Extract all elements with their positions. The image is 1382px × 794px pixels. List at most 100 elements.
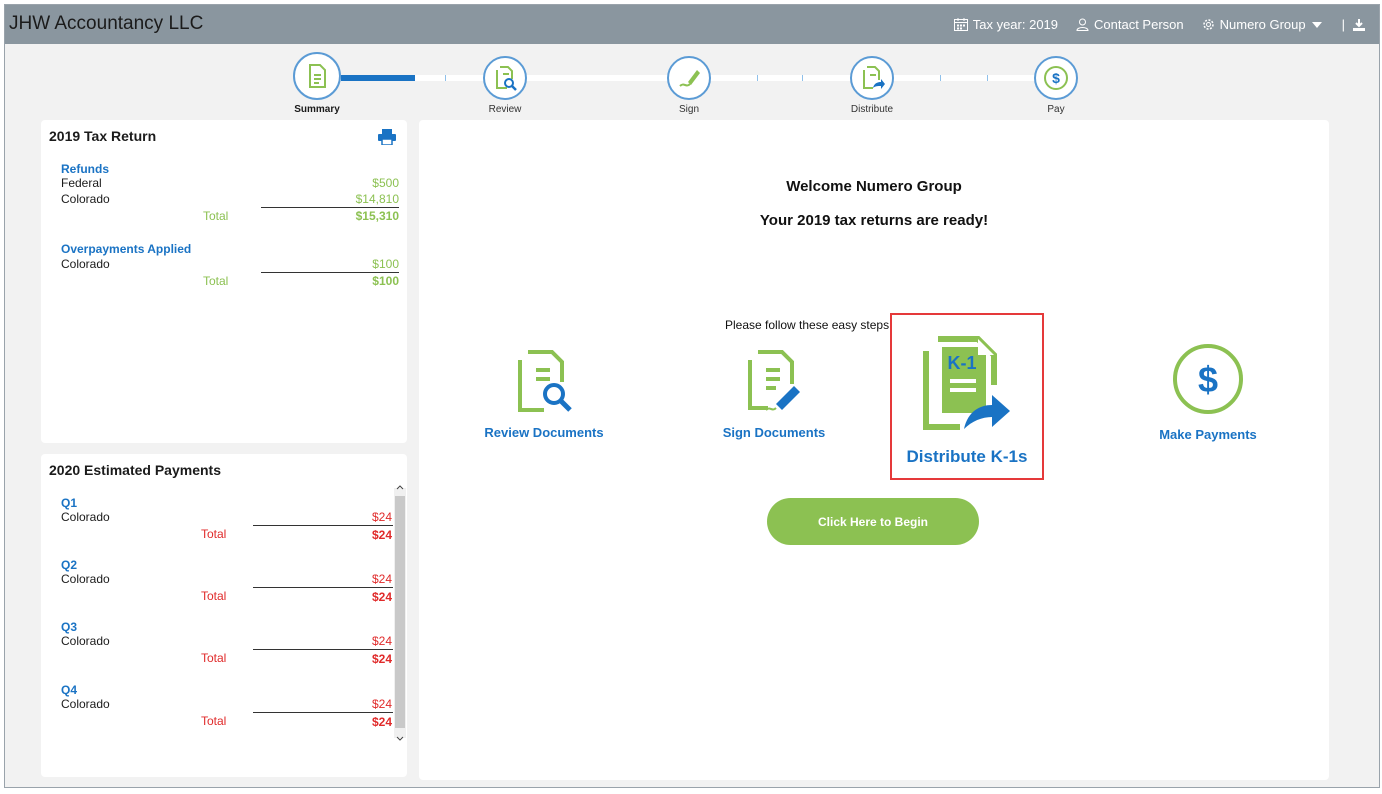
tax-year-selector[interactable]: Tax year: 2019 — [953, 17, 1058, 32]
quarter-total-label: Total — [201, 527, 227, 541]
sign-documents-label: Sign Documents — [722, 425, 826, 440]
distribute-k1-icon: K-1 — [923, 336, 1010, 430]
refund-label: Federal — [61, 176, 102, 190]
distribute-k1-action[interactable]: K-1 Distribute K-1s — [890, 313, 1044, 480]
instructions-text: Please follow these easy steps s — [725, 318, 899, 332]
overpayments-heading: Overpayments Applied — [61, 242, 192, 256]
step-distribute-label: Distribute — [850, 104, 894, 115]
welcome-heading: Welcome Numero Group — [786, 178, 962, 195]
svg-text:$: $ — [1052, 70, 1060, 86]
overpayment-label: Colorado — [61, 257, 110, 271]
contact-label: Contact Person — [1094, 17, 1184, 32]
sign-documents-action[interactable]: Sign Documents — [709, 348, 839, 440]
stepper-tick — [445, 75, 446, 81]
summary-doc-icon — [309, 64, 326, 88]
refunds-heading: Refunds — [61, 162, 109, 176]
scroll-down-icon[interactable] — [396, 736, 404, 742]
download-icon[interactable] — [1353, 18, 1365, 31]
stepper-tick — [757, 75, 758, 81]
chevron-down-icon — [1311, 21, 1322, 28]
review-documents-action[interactable]: Review Documents — [479, 348, 609, 440]
quarter-total: $24 — [371, 715, 392, 729]
top-header: JHW Accountancy LLC Tax year: 2019 Conta… — [5, 5, 1379, 44]
quarter-total-label: Total — [201, 714, 227, 728]
org-label: Numero Group — [1219, 17, 1306, 32]
gear-icon — [1202, 19, 1214, 30]
total-rule — [253, 587, 393, 588]
header-actions: Tax year: 2019 Contact Person Numero Gro… — [936, 17, 1365, 32]
review-doc-icon — [496, 66, 517, 91]
contact-person-link[interactable]: Contact Person — [1076, 17, 1184, 32]
tax-return-card: 2019 Tax Return Refunds Federal $500 Col… — [41, 120, 407, 443]
total-rule — [253, 525, 393, 526]
quarter-total-label: Total — [201, 651, 227, 665]
quarter-row-label: Colorado — [61, 697, 110, 711]
dollar-icon: $ — [1044, 66, 1068, 90]
step-summary-label: Summary — [294, 104, 340, 115]
stepper-tick — [987, 75, 988, 81]
progress-stepper: Summary Review Sign Distribute $ Pay — [5, 44, 1379, 122]
sign-pen-icon — [679, 70, 700, 87]
print-icon[interactable] — [378, 129, 396, 145]
overpayment-amount: $100 — [372, 257, 399, 271]
dollar-glyph: $ — [1198, 359, 1218, 400]
total-rule — [261, 272, 399, 273]
begin-button[interactable]: Click Here to Begin — [767, 498, 979, 545]
step-review-label: Review — [488, 104, 522, 115]
estimated-payments-card: 2020 Estimated Payments Q1 Colorado $24 … — [41, 454, 407, 777]
ready-heading: Your 2019 tax returns are ready! — [759, 212, 989, 229]
quarter-total: $24 — [371, 590, 392, 604]
scrollbar-thumb[interactable] — [395, 496, 405, 728]
header-separator: | — [1341, 17, 1345, 32]
step-pay[interactable]: $ — [1034, 56, 1078, 100]
step-pay-label: Pay — [1047, 104, 1065, 115]
quarter-total: $24 — [371, 652, 392, 666]
total-rule — [253, 649, 393, 650]
refunds-total-label: Total — [203, 209, 229, 223]
estimated-title: 2020 Estimated Payments — [49, 462, 221, 478]
refund-amount: $14,810 — [355, 192, 399, 206]
quarter-amount: $24 — [371, 634, 392, 648]
org-dropdown[interactable]: Numero Group — [1202, 17, 1322, 32]
quarter-amount: $24 — [371, 697, 392, 711]
total-rule — [261, 207, 399, 208]
scroll-up-icon[interactable] — [396, 484, 404, 490]
quarter-heading: Q1 — [61, 496, 78, 510]
quarter-amount: $24 — [371, 572, 392, 586]
quarter-heading: Q4 — [61, 683, 78, 697]
refunds-total: $15,310 — [355, 209, 399, 223]
user-icon — [1076, 18, 1089, 31]
make-payments-action[interactable]: $ Make Payments — [1143, 344, 1273, 442]
step-sign-label: Sign — [678, 104, 699, 115]
quarter-heading: Q2 — [61, 558, 78, 572]
quarter-total-label: Total — [201, 589, 227, 603]
make-payments-label: Make Payments — [1159, 427, 1257, 442]
quarter-heading: Q3 — [61, 620, 78, 634]
step-review[interactable] — [483, 56, 527, 100]
quarter-total: $24 — [371, 528, 392, 542]
quarter-row-label: Colorado — [61, 510, 110, 524]
refund-amount: $500 — [372, 176, 399, 190]
overpayments-total-label: Total — [203, 274, 229, 288]
distribute-k1-icon — [863, 66, 885, 89]
quarter-row-label: Colorado — [61, 572, 110, 586]
review-doc-icon — [518, 350, 572, 412]
review-documents-label: Review Documents — [484, 425, 604, 440]
scrollbar[interactable] — [394, 485, 406, 741]
sign-doc-icon — [748, 350, 800, 411]
tax-return-title: 2019 Tax Return — [49, 128, 157, 144]
stepper-progress — [341, 75, 415, 81]
quarter-row-label: Colorado — [61, 634, 110, 648]
overpayments-total: $100 — [372, 274, 399, 288]
distribute-k1-label: Distribute K-1s — [906, 447, 1028, 466]
stepper-tick — [802, 75, 803, 81]
k1-icon-text: K-1 — [947, 353, 976, 373]
dollar-circle-icon: $ — [1173, 344, 1243, 414]
refund-label: Colorado — [61, 192, 110, 206]
calendar-icon — [953, 18, 968, 31]
step-summary[interactable] — [293, 52, 341, 100]
step-sign[interactable] — [667, 56, 711, 100]
app-title: JHW Accountancy LLC — [9, 13, 204, 34]
step-distribute[interactable] — [850, 56, 894, 100]
total-rule — [253, 712, 393, 713]
